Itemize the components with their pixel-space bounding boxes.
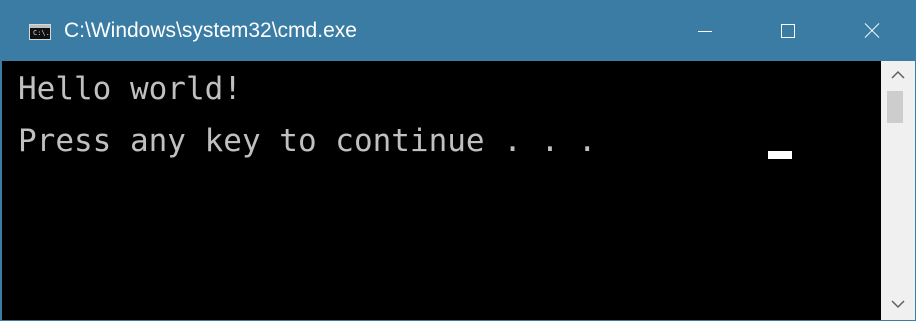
- minimize-icon: [698, 31, 712, 32]
- window-title: C:\Windows\system32\cmd.exe: [64, 19, 357, 42]
- console-line: Press any key to continue . . .: [18, 123, 597, 159]
- cmd-window: C:\. C:\Windows\system32\cmd.exe Hello w…: [0, 0, 916, 321]
- scroll-down-button[interactable]: [881, 290, 915, 320]
- text-cursor: [768, 151, 792, 159]
- console-output[interactable]: Hello world! Press any key to continue .…: [2, 61, 881, 320]
- cmd-icon-label: C:\.: [33, 29, 50, 37]
- maximize-icon: [781, 24, 795, 38]
- scrollbar-thumb[interactable]: [887, 91, 903, 123]
- scroll-up-button[interactable]: [881, 61, 915, 91]
- minimize-button[interactable]: [662, 1, 746, 61]
- maximize-button[interactable]: [746, 1, 830, 61]
- title-bar[interactable]: C:\. C:\Windows\system32\cmd.exe: [1, 1, 915, 61]
- chevron-up-icon: [891, 70, 905, 79]
- chevron-down-icon: [891, 300, 905, 309]
- close-icon: [863, 22, 881, 40]
- console-line: Hello world!: [18, 71, 242, 107]
- cmd-icon[interactable]: C:\.: [29, 24, 51, 40]
- close-button[interactable]: [830, 1, 914, 61]
- vertical-scrollbar[interactable]: [881, 61, 915, 320]
